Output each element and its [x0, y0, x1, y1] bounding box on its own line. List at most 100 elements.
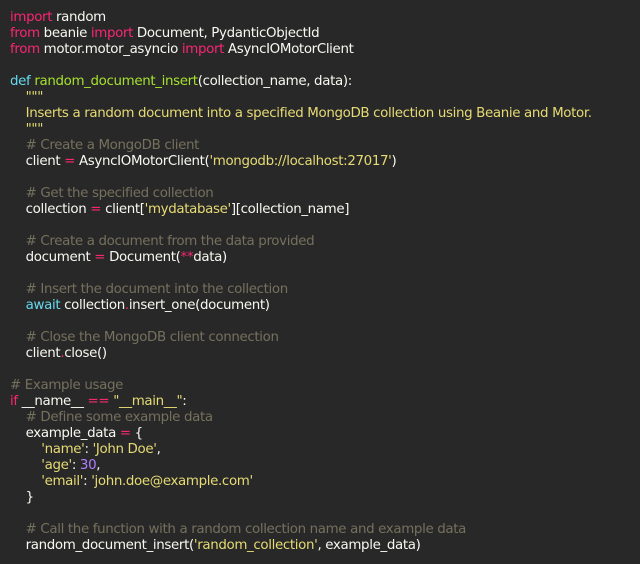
code-token: import — [90, 26, 133, 41]
code-token: Document( — [105, 250, 181, 265]
code-line[interactable]: """ — [0, 122, 640, 138]
code-token: : — [71, 458, 80, 473]
code-token: data) — [193, 250, 227, 265]
code-line[interactable]: # Define some example data — [0, 410, 640, 426]
code-token: } — [10, 490, 35, 505]
code-token: = — [119, 426, 131, 441]
code-token: # Get the specified collection — [10, 186, 214, 201]
code-token: AsyncIOMotorClient — [224, 42, 354, 57]
code-line[interactable]: # Close the MongoDB client connection — [0, 330, 640, 346]
code-token: Document, PydanticObjectId — [133, 26, 320, 41]
code-token: == — [87, 394, 110, 409]
code-token: = — [94, 250, 106, 265]
code-line[interactable]: 'name': 'John Doe', — [0, 442, 640, 458]
code-line[interactable]: # Create a MongoDB client — [0, 138, 640, 154]
code-line[interactable]: client.close() — [0, 346, 640, 362]
code-token: if — [10, 394, 18, 409]
code-token: = — [64, 154, 76, 169]
code-token: random — [52, 10, 106, 25]
code-line[interactable]: client = AsyncIOMotorClient('mongodb://l… — [0, 154, 640, 170]
code-token: insert_one(document) — [128, 298, 270, 313]
code-line[interactable]: def random_document_insert(collection_na… — [0, 74, 640, 90]
code-token: example_data — [10, 426, 120, 441]
code-line[interactable] — [0, 314, 640, 330]
code-line[interactable]: 'email': 'john.doe@example.com' — [0, 474, 640, 490]
code-token: """ — [10, 90, 44, 105]
code-line[interactable]: example_data = { — [0, 426, 640, 442]
code-token: : — [84, 442, 93, 457]
code-token: 'mongodb://localhost:27017' — [209, 154, 392, 169]
code-line[interactable]: from beanie import Document, PydanticObj… — [0, 26, 640, 42]
code-editor[interactable]: import random from beanie import Document… — [0, 0, 640, 564]
code-token: """ — [10, 122, 44, 137]
code-line[interactable] — [0, 266, 640, 282]
code-token: : — [182, 394, 187, 409]
code-token: random_document_insert( — [10, 538, 195, 553]
code-token: , — [156, 442, 161, 457]
code-token: 'random_collection' — [193, 538, 318, 553]
code-token: await — [25, 298, 61, 313]
code-token: from — [10, 42, 40, 57]
code-token: def — [10, 74, 31, 89]
code-line[interactable]: from motor.motor_asyncio import AsyncIOM… — [0, 42, 640, 58]
code-token: import — [181, 42, 225, 57]
code-token: client — [10, 346, 61, 361]
code-line[interactable] — [0, 170, 640, 186]
code-line[interactable]: # Example usage — [0, 378, 640, 394]
code-token: client[ — [101, 202, 145, 217]
code-line[interactable] — [0, 362, 640, 378]
code-line[interactable]: if __name__ == "__main__": — [0, 394, 640, 410]
code-token: # Create a MongoDB client — [10, 138, 200, 153]
code-line[interactable]: # Insert the document into the collectio… — [0, 282, 640, 298]
code-token: 'age' — [41, 458, 72, 473]
code-token: random_document_insert — [34, 74, 198, 89]
code-token: document — [10, 250, 95, 265]
code-line[interactable]: random_document_insert('random_collectio… — [0, 538, 640, 554]
code-token: 'email' — [41, 474, 84, 489]
code-token: (collection_name, data): — [197, 74, 353, 89]
code-token: # Close the MongoDB client connection — [10, 330, 279, 345]
code-line[interactable]: # Create a document from the data provid… — [0, 234, 640, 250]
code-token: "__main__" — [113, 394, 183, 409]
code-token: beanie — [39, 26, 91, 41]
code-token: , — [96, 458, 101, 473]
code-token: = — [90, 202, 102, 217]
code-token: 30 — [79, 458, 97, 473]
code-line[interactable]: } — [0, 490, 640, 506]
code-line[interactable]: import random — [0, 10, 640, 26]
code-token: Inserts a random document into a specifi… — [10, 106, 592, 121]
code-token: ** — [180, 250, 194, 265]
code-line[interactable] — [0, 506, 640, 522]
code-token: collection — [60, 298, 125, 313]
code-token: ) — [391, 154, 397, 169]
code-line[interactable] — [0, 58, 640, 74]
code-line[interactable]: Inserts a random document into a specifi… — [0, 106, 640, 122]
code-line[interactable]: collection = client['mydatabase'][collec… — [0, 202, 640, 218]
code-token: from — [10, 26, 40, 41]
code-token: __name__ — [17, 394, 88, 409]
code-line[interactable]: document = Document(**data) — [0, 250, 640, 266]
code-token: # Call the function with a random collec… — [10, 522, 467, 537]
code-token: : — [83, 474, 92, 489]
code-line[interactable] — [0, 218, 640, 234]
code-token: 'name' — [41, 442, 85, 457]
code-token: import — [10, 10, 53, 25]
code-line[interactable]: # Call the function with a random collec… — [0, 522, 640, 538]
code-token: close() — [64, 346, 107, 361]
code-line[interactable]: await collection.insert_one(document) — [0, 298, 640, 314]
code-token: # Insert the document into the collectio… — [10, 282, 289, 297]
code-token: ][collection_name] — [230, 202, 350, 217]
code-line[interactable]: # Get the specified collection — [0, 186, 640, 202]
code-token: # Create a document from the data provid… — [10, 234, 315, 249]
code-token: 'mydatabase' — [144, 202, 232, 217]
code-token: { — [130, 426, 144, 441]
code-line[interactable]: """ — [0, 90, 640, 106]
code-token: collection — [10, 202, 91, 217]
code-token: client — [10, 154, 65, 169]
code-view[interactable]: import random from beanie import Document… — [0, 10, 640, 554]
code-line[interactable]: 'age': 30, — [0, 458, 640, 474]
code-token: # Define some example data — [10, 410, 213, 425]
